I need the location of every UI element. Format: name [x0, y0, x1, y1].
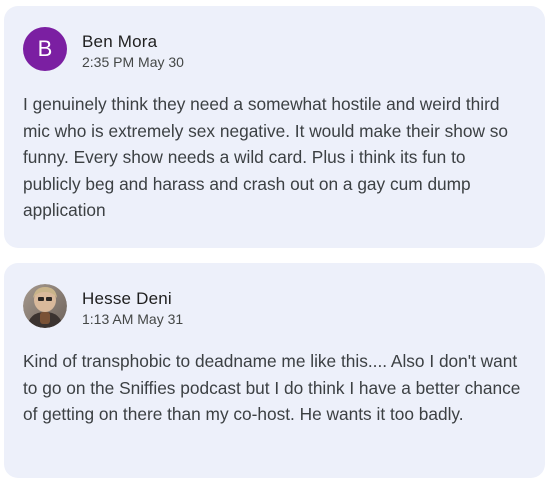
comment-card: B Ben Mora 2:35 PM May 30 I genuinely th…: [4, 6, 545, 248]
comment-author: Hesse Deni: [82, 289, 172, 308]
comment-timestamp: 2:35 PM May 30: [82, 54, 184, 70]
comment-card: Hesse Deni 1:13 AM May 31 Kind of transp…: [4, 263, 545, 478]
comment-author: Ben Mora: [82, 32, 158, 51]
comment-body: I genuinely think they need a somewhat h…: [23, 94, 509, 221]
comment-body: Kind of transphobic to deadname me like …: [23, 351, 521, 425]
profile-photo-image: [23, 284, 67, 328]
comment-timestamp: 1:13 AM May 31: [82, 311, 184, 327]
avatar[interactable]: B: [23, 27, 67, 71]
avatar[interactable]: [23, 284, 67, 328]
avatar-initial: B: [37, 36, 53, 61]
